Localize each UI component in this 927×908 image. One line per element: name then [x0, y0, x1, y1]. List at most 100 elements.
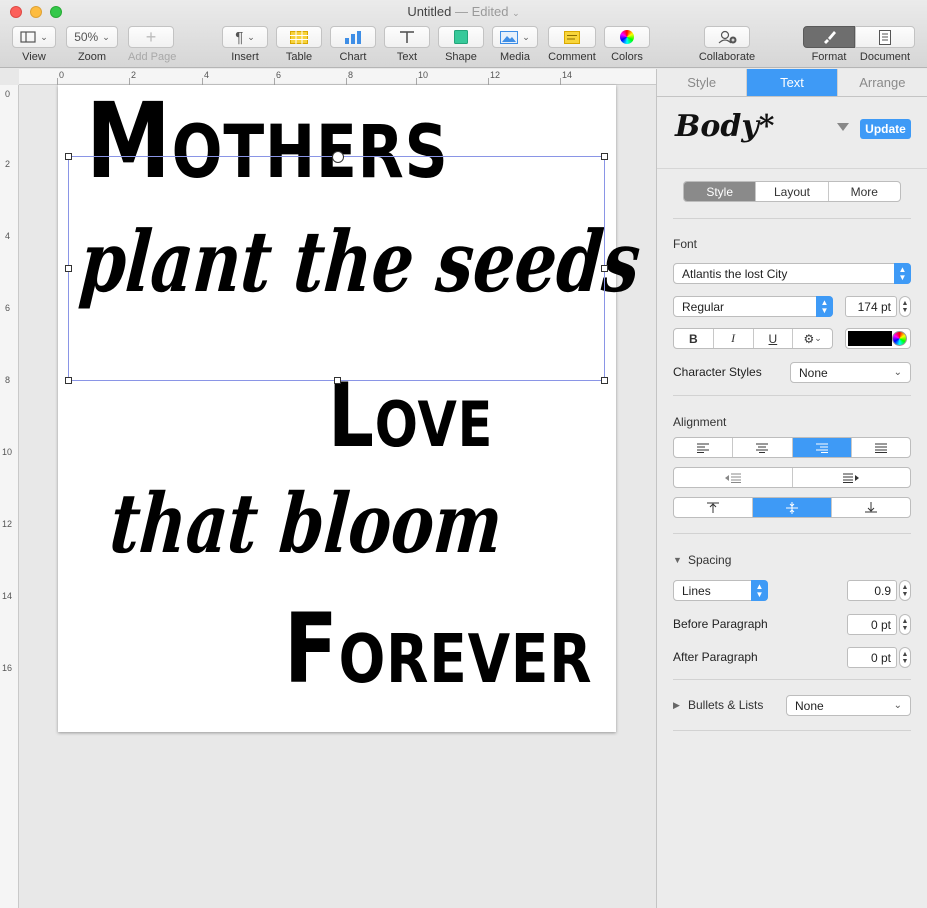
align-bottom-button[interactable]: [832, 498, 910, 517]
colors-tool[interactable]: Colors: [604, 26, 650, 63]
zoom-popup[interactable]: 50% ⌄: [66, 26, 118, 48]
tab-arrange[interactable]: Arrange: [838, 69, 927, 96]
resize-handle-top-center[interactable]: [332, 151, 344, 163]
text-color-well[interactable]: [845, 328, 911, 349]
text-line-forever[interactable]: Forever: [284, 601, 592, 697]
collaborate-tool[interactable]: Collaborate: [697, 26, 757, 63]
underline-button[interactable]: U: [754, 329, 794, 348]
text-tool[interactable]: Text: [384, 26, 430, 63]
document-page[interactable]: Mothers plant the seeds of Love that blo…: [58, 85, 739, 732]
updown-arrows-icon: ▲ ▼: [894, 263, 911, 284]
font-size-field[interactable]: 174 pt: [845, 296, 897, 317]
add-page-tool[interactable]: + Add Page: [128, 26, 177, 63]
justify-icon: [874, 443, 887, 453]
align-middle-button[interactable]: [753, 498, 832, 517]
chart-button[interactable]: [330, 26, 376, 48]
document-label: Document: [859, 51, 911, 63]
paragraph-style-name[interactable]: Body*: [675, 109, 774, 144]
align-center-icon: [756, 443, 769, 453]
before-paragraph-field[interactable]: 0 pt: [847, 614, 897, 635]
font-style-popup[interactable]: Regular ▲ ▼: [673, 296, 833, 317]
media-tool[interactable]: ⌄ Media: [492, 26, 538, 63]
add-page-label: Add Page: [128, 51, 177, 63]
align-left-button[interactable]: [674, 438, 734, 457]
bold-button[interactable]: B: [674, 329, 714, 348]
text-color-swatch[interactable]: [848, 331, 892, 346]
comment-tool[interactable]: Comment: [548, 26, 596, 63]
table-button[interactable]: [276, 26, 322, 48]
disclosure-open-icon[interactable]: ▼: [673, 555, 682, 565]
resize-handle-top-right[interactable]: [601, 153, 608, 160]
text-line-that-bloom[interactable]: that bloom: [107, 476, 506, 572]
collaborate-button[interactable]: [704, 26, 750, 48]
font-size-stepper[interactable]: ▲ ▼: [899, 296, 911, 317]
bullets-lists-section-title[interactable]: Bullets & Lists: [688, 698, 763, 712]
tab-style[interactable]: Style: [657, 69, 748, 96]
spacing-section-title[interactable]: Spacing: [688, 553, 731, 567]
subtab-style[interactable]: Style: [684, 182, 757, 201]
before-paragraph-label: Before Paragraph: [673, 617, 768, 631]
font-style-value: Regular: [682, 299, 725, 314]
resize-handle-bottom-right[interactable]: [601, 377, 608, 384]
colors-button[interactable]: [604, 26, 650, 48]
line-spacing-field[interactable]: 0.9: [847, 580, 897, 601]
view-button[interactable]: ⌄: [12, 26, 56, 48]
line-spacing-stepper[interactable]: ▲ ▼: [899, 580, 911, 601]
ruler-mark: 6: [5, 303, 11, 313]
document-tool[interactable]: Document: [855, 26, 915, 63]
line-spacing-mode-popup[interactable]: Lines ▲ ▼: [673, 580, 768, 601]
document-button[interactable]: [855, 26, 915, 48]
font-family-popup[interactable]: Atlantis the lost City ▲ ▼: [673, 263, 911, 284]
chevron-down-icon: ⌄: [893, 700, 902, 711]
text-button[interactable]: [384, 26, 430, 48]
ruler-mark: 2: [131, 70, 137, 80]
zoom-tool[interactable]: 50% ⌄ Zoom: [66, 26, 118, 63]
text-options-button[interactable]: ⚙︎ ⌄: [793, 329, 832, 348]
window-title[interactable]: Untitled — Edited ⌄: [0, 4, 927, 19]
text-selection-box[interactable]: [65, 151, 608, 384]
chart-tool[interactable]: Chart: [330, 26, 376, 63]
shape-tool[interactable]: Shape: [438, 26, 484, 63]
disclosure-closed-icon[interactable]: ▶: [673, 700, 680, 711]
after-paragraph-field[interactable]: 0 pt: [847, 647, 897, 668]
italic-button[interactable]: I: [714, 329, 754, 348]
format-button[interactable]: [803, 26, 855, 48]
resize-handle-bottom-left[interactable]: [65, 377, 72, 384]
text-line-love[interactable]: Love: [328, 372, 493, 460]
character-styles-popup[interactable]: None ⌄: [790, 362, 911, 383]
resize-handle-bottom-center[interactable]: [334, 377, 341, 384]
comment-button[interactable]: [548, 26, 596, 48]
update-style-button[interactable]: Update: [860, 119, 911, 139]
add-page-button[interactable]: +: [128, 26, 174, 48]
document-canvas[interactable]: Mothers plant the seeds of Love that blo…: [20, 85, 739, 908]
view-tool[interactable]: ⌄ View: [12, 26, 56, 63]
resize-handle-middle-left[interactable]: [65, 265, 72, 272]
align-top-button[interactable]: [674, 498, 753, 517]
style-dropdown-icon[interactable]: [837, 123, 849, 131]
vertical-ruler[interactable]: 0 2 4 6 8 10 12 14 16: [0, 85, 19, 908]
ruler-tick: [57, 78, 58, 85]
format-tool[interactable]: Format: [803, 26, 855, 63]
resize-handle-middle-right[interactable]: [601, 265, 608, 272]
text-box-icon: [400, 31, 414, 43]
subtab-more[interactable]: More: [829, 182, 900, 201]
align-right-button[interactable]: [792, 438, 852, 457]
align-center-button[interactable]: [733, 438, 793, 457]
table-tool[interactable]: Table: [276, 26, 322, 63]
shape-button[interactable]: [438, 26, 484, 48]
increase-indent-button[interactable]: [793, 468, 911, 487]
media-button[interactable]: ⌄: [492, 26, 538, 48]
ruler-tick: [560, 78, 561, 85]
insert-button[interactable]: ¶ ⌄: [222, 26, 268, 48]
color-wheel-icon[interactable]: [892, 331, 907, 346]
before-paragraph-stepper[interactable]: ▲ ▼: [899, 614, 911, 635]
resize-handle-top-left[interactable]: [65, 153, 72, 160]
insert-tool[interactable]: ¶ ⌄ Insert: [222, 26, 268, 63]
tab-text[interactable]: Text: [747, 69, 838, 96]
bullets-lists-popup[interactable]: None ⌄: [786, 695, 911, 716]
decrease-indent-button[interactable]: [674, 468, 793, 487]
updown-arrows-icon: ▲ ▼: [816, 296, 833, 317]
subtab-layout[interactable]: Layout: [756, 182, 829, 201]
after-paragraph-stepper[interactable]: ▲ ▼: [899, 647, 911, 668]
justify-button[interactable]: [852, 438, 910, 457]
